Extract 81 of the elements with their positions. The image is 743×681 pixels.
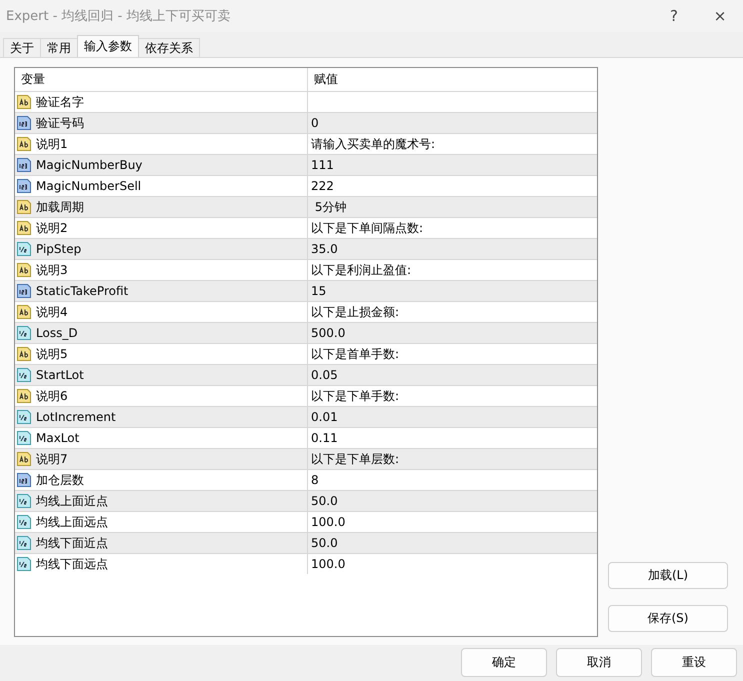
integer-type-icon [16, 283, 32, 300]
tab[interactable]: 关于 [3, 38, 41, 58]
text-type-icon [16, 388, 32, 404]
parameter-value[interactable]: 8 [308, 470, 597, 490]
text-type-icon [16, 136, 32, 152]
parameter-name: 说明5 [36, 346, 68, 364]
decimal-type-icon [16, 409, 32, 426]
decimal-type-icon [16, 556, 32, 572]
parameter-value[interactable]: 50.0 [308, 491, 597, 512]
text-type-icon [16, 451, 32, 468]
column-header: 变量 [15, 68, 308, 92]
integer-type-icon [16, 472, 32, 488]
decimal-type-icon [16, 325, 32, 342]
text-type-icon [16, 346, 32, 362]
dialog-button[interactable]: 取消 [556, 648, 642, 678]
parameter-name: Loss_D [36, 325, 78, 342]
parameter-name: MagicNumberSell [36, 178, 142, 196]
parameter-name: PipStep [36, 241, 82, 258]
parameter-name: 说明3 [36, 262, 68, 280]
parameter-value[interactable]: 35.0 [308, 239, 597, 260]
parameter-value[interactable]: 以下是利润止盈值: [308, 260, 597, 280]
parameter-name: 均线下面远点 [36, 556, 108, 574]
decimal-type-icon [16, 367, 32, 384]
dialog-button[interactable]: 重设 [651, 648, 737, 678]
window-title: Expert - 均线回归 - 均线上下可买可卖 [6, 8, 232, 26]
decimal-type-icon [16, 535, 32, 552]
text-type-icon [16, 220, 32, 236]
parameter-value[interactable]: 以下是下单层数: [308, 449, 597, 470]
parameter-value[interactable]: 50.0 [308, 533, 597, 554]
parameter-name: 加仓层数 [36, 472, 84, 490]
parameter-name: 说明1 [36, 136, 68, 154]
tab[interactable]: 输入参数 [77, 35, 139, 58]
parameter-name: 加载周期 [36, 199, 84, 216]
help-button[interactable]: ? [651, 6, 697, 26]
parameter-name: 说明2 [36, 220, 68, 238]
tab[interactable]: 依存关系 [138, 38, 200, 58]
parameter-name: MaxLot [36, 430, 80, 448]
parameter-name: 均线上面远点 [36, 514, 108, 532]
dialog-button[interactable]: 加载(L) [608, 562, 728, 590]
parameter-value[interactable]: 222 [308, 176, 597, 196]
text-type-icon [16, 262, 32, 278]
parameter-name: StartLot [36, 367, 84, 384]
parameter-name: 均线上面近点 [36, 493, 108, 510]
parameter-name: 验证号码 [36, 115, 84, 132]
parameter-value[interactable]: 请输入买卖单的魔术号: [308, 134, 597, 154]
parameter-value[interactable]: 以下是首单手数: [308, 344, 597, 364]
parameter-name: 均线下面近点 [36, 535, 108, 552]
text-type-icon [16, 304, 32, 320]
integer-type-icon [16, 115, 32, 132]
text-type-icon [16, 199, 32, 216]
parameter-value[interactable]: 0.05 [308, 365, 597, 386]
parameter-name: LotIncrement [36, 409, 116, 426]
parameter-value[interactable]: 15 [308, 281, 597, 302]
parameter-value[interactable]: 100.0 [308, 512, 597, 532]
parameter-name: 验证名字 [36, 94, 84, 112]
parameter-value[interactable]: 100.0 [308, 554, 597, 574]
parameter-name: 说明6 [36, 388, 68, 406]
column-header: 赋值 [313, 71, 339, 88]
parameter-value[interactable]: 5分钟 [308, 197, 597, 218]
parameter-value[interactable]: 0.11 [308, 428, 597, 448]
integer-type-icon [16, 178, 32, 194]
parameter-value[interactable]: 以下是下单间隔点数: [308, 218, 597, 238]
text-type-icon [16, 94, 32, 110]
parameter-name: 说明4 [36, 304, 68, 322]
parameter-value[interactable]: 111 [308, 155, 597, 176]
dialog-button[interactable]: 保存(S) [608, 605, 728, 632]
integer-type-icon [16, 157, 32, 174]
close-button[interactable]: × [697, 6, 743, 26]
parameter-value[interactable]: 0.01 [308, 407, 597, 428]
decimal-type-icon [16, 241, 32, 258]
decimal-type-icon [16, 514, 32, 530]
parameter-name: 说明7 [36, 451, 68, 468]
dialog-button[interactable]: 确定 [461, 648, 547, 678]
parameter-name: MagicNumberBuy [36, 157, 142, 174]
parameter-value[interactable]: 以下是止损金额: [308, 302, 597, 322]
parameter-value[interactable]: 0 [308, 113, 597, 134]
parameter-name: StaticTakeProfit [36, 283, 128, 300]
decimal-type-icon [16, 430, 32, 446]
decimal-type-icon [16, 493, 32, 510]
parameter-value[interactable]: 500.0 [308, 323, 597, 344]
parameter-value[interactable]: 以下是下单手数: [308, 386, 597, 406]
